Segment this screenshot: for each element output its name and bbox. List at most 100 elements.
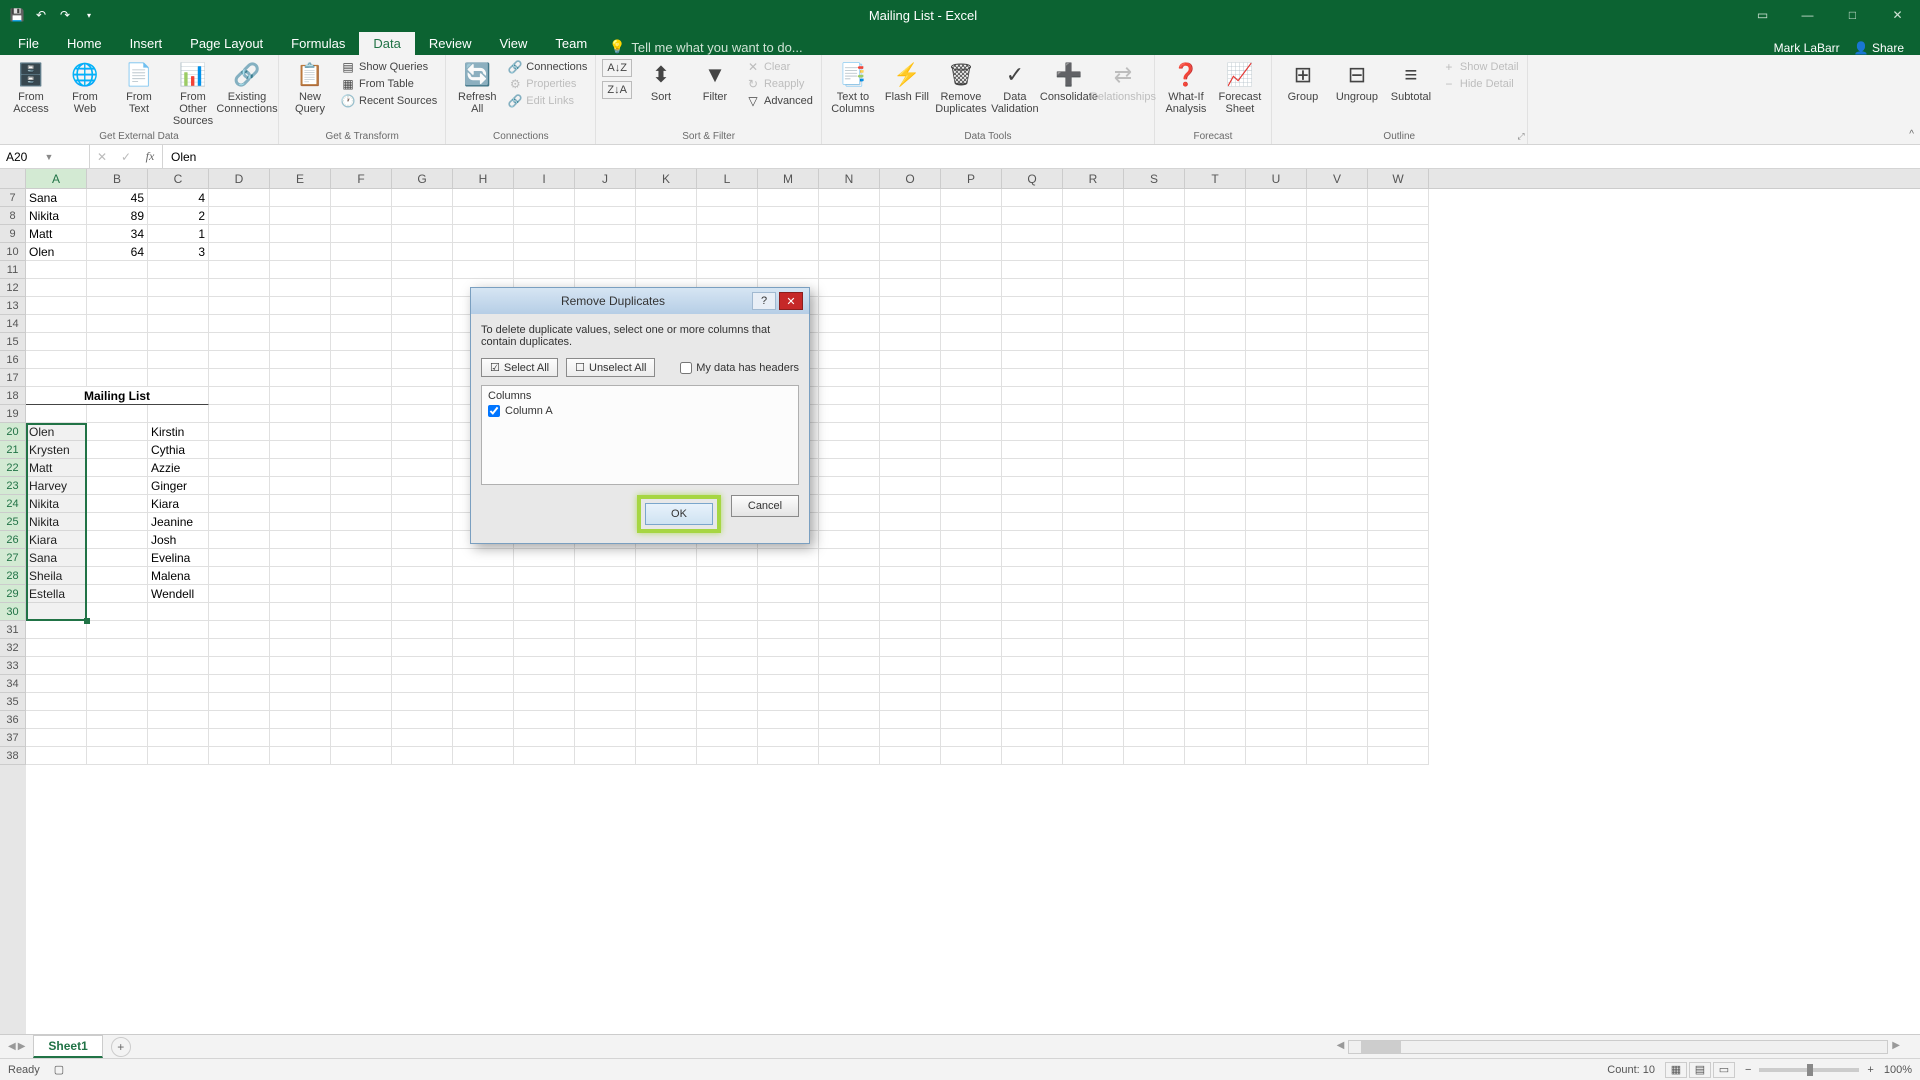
from-web-button[interactable]: 🌐From Web: [60, 59, 110, 117]
cell[interactable]: [758, 747, 819, 765]
cell[interactable]: [941, 531, 1002, 549]
cell[interactable]: [1307, 207, 1368, 225]
cell[interactable]: [331, 225, 392, 243]
cell[interactable]: [819, 405, 880, 423]
cell[interactable]: [1185, 549, 1246, 567]
cell[interactable]: [1246, 513, 1307, 531]
cell[interactable]: [1368, 189, 1429, 207]
cell[interactable]: [1063, 405, 1124, 423]
cell[interactable]: [1063, 225, 1124, 243]
cell[interactable]: [880, 369, 941, 387]
cell[interactable]: [1368, 549, 1429, 567]
hscroll-thumb[interactable]: [1361, 1041, 1401, 1053]
cell[interactable]: [1002, 531, 1063, 549]
cell[interactable]: [1307, 693, 1368, 711]
cell[interactable]: [941, 225, 1002, 243]
row-header[interactable]: 9: [0, 225, 26, 243]
cell[interactable]: [1063, 729, 1124, 747]
view-pagebreak-icon[interactable]: ▭: [1713, 1062, 1735, 1078]
cell[interactable]: [819, 675, 880, 693]
tab-home[interactable]: Home: [53, 32, 116, 55]
cell[interactable]: [880, 549, 941, 567]
cell[interactable]: [636, 549, 697, 567]
cell[interactable]: [1246, 657, 1307, 675]
cell[interactable]: [575, 603, 636, 621]
cell[interactable]: [1063, 441, 1124, 459]
row-header[interactable]: 31: [0, 621, 26, 639]
cell[interactable]: [880, 261, 941, 279]
cell[interactable]: Jeanine: [148, 513, 209, 531]
view-normal-icon[interactable]: ▦: [1665, 1062, 1687, 1078]
cell[interactable]: [453, 585, 514, 603]
cell[interactable]: [575, 657, 636, 675]
cell[interactable]: [1185, 189, 1246, 207]
tab-review[interactable]: Review: [415, 32, 486, 55]
cell[interactable]: [1124, 585, 1185, 603]
cell[interactable]: [148, 603, 209, 621]
from-other-sources-button[interactable]: 📊From Other Sources: [168, 59, 218, 129]
cell[interactable]: [1185, 333, 1246, 351]
cell[interactable]: [209, 657, 270, 675]
cell[interactable]: [697, 621, 758, 639]
cell[interactable]: [941, 603, 1002, 621]
cell[interactable]: [514, 567, 575, 585]
cell[interactable]: [209, 207, 270, 225]
cell[interactable]: [392, 387, 453, 405]
cell[interactable]: [1063, 189, 1124, 207]
cell[interactable]: [392, 531, 453, 549]
cell[interactable]: [209, 387, 270, 405]
cell[interactable]: [270, 369, 331, 387]
cell[interactable]: [209, 459, 270, 477]
cell[interactable]: [148, 369, 209, 387]
cell[interactable]: [1307, 369, 1368, 387]
existing-connections-button[interactable]: 🔗Existing Connections: [222, 59, 272, 117]
qat-customize-icon[interactable]: ▾: [80, 6, 98, 24]
cell[interactable]: [453, 261, 514, 279]
cell[interactable]: [941, 405, 1002, 423]
cell[interactable]: [209, 729, 270, 747]
cell[interactable]: [880, 243, 941, 261]
row-header[interactable]: 22: [0, 459, 26, 477]
cell[interactable]: [453, 675, 514, 693]
row-header[interactable]: 12: [0, 279, 26, 297]
cell[interactable]: [1185, 657, 1246, 675]
cell[interactable]: [941, 639, 1002, 657]
cell[interactable]: [514, 243, 575, 261]
cell[interactable]: [1124, 351, 1185, 369]
cell[interactable]: [453, 225, 514, 243]
cell[interactable]: [697, 657, 758, 675]
cell[interactable]: [819, 459, 880, 477]
col-header-V[interactable]: V: [1307, 169, 1368, 188]
cell[interactable]: [270, 747, 331, 765]
cell[interactable]: [392, 675, 453, 693]
cell[interactable]: [1246, 225, 1307, 243]
cell[interactable]: [392, 603, 453, 621]
cell[interactable]: [1063, 549, 1124, 567]
cell[interactable]: [1307, 387, 1368, 405]
clear-filter-button[interactable]: ✕Clear: [744, 59, 815, 75]
cell[interactable]: [331, 585, 392, 603]
cell[interactable]: [1063, 531, 1124, 549]
cell[interactable]: [26, 747, 87, 765]
cell[interactable]: [148, 675, 209, 693]
cell[interactable]: Kirstin: [148, 423, 209, 441]
cell[interactable]: [1124, 747, 1185, 765]
cell[interactable]: [941, 441, 1002, 459]
cell[interactable]: [1002, 747, 1063, 765]
cell[interactable]: [270, 621, 331, 639]
cell[interactable]: [1246, 729, 1307, 747]
sheet-tab-sheet1[interactable]: Sheet1: [33, 1035, 102, 1058]
cell[interactable]: [148, 333, 209, 351]
cell[interactable]: [819, 585, 880, 603]
cell[interactable]: [1246, 405, 1307, 423]
cell[interactable]: [1246, 459, 1307, 477]
save-icon[interactable]: 💾: [8, 6, 26, 24]
show-detail-button[interactable]: +Show Detail: [1440, 59, 1521, 75]
cell[interactable]: [1185, 351, 1246, 369]
cell[interactable]: [1185, 243, 1246, 261]
cell[interactable]: Ginger: [148, 477, 209, 495]
cell[interactable]: [758, 261, 819, 279]
cell[interactable]: [1368, 729, 1429, 747]
cell[interactable]: [819, 603, 880, 621]
cell[interactable]: [575, 549, 636, 567]
